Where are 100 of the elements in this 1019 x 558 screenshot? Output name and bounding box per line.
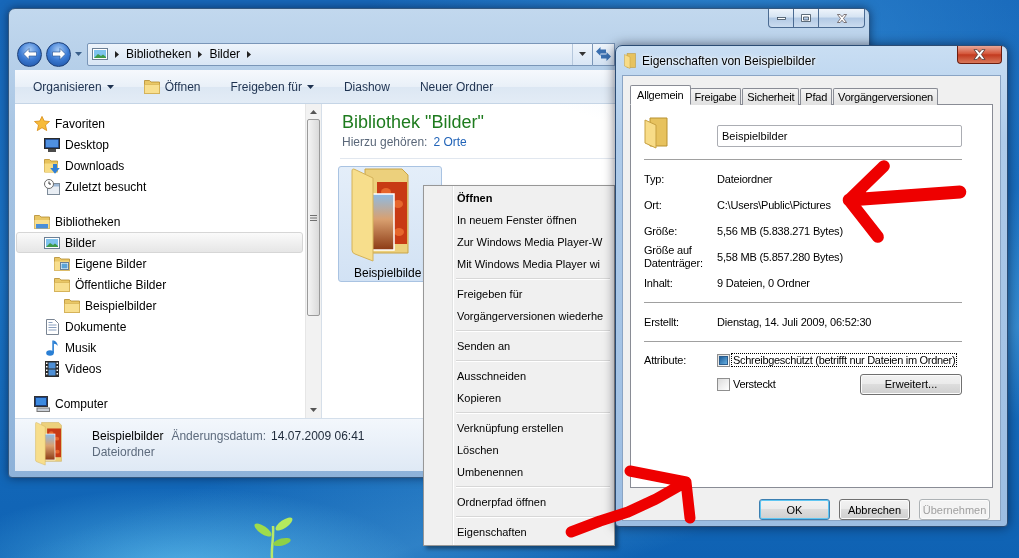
photo-folder-icon (35, 422, 62, 466)
star-icon (34, 116, 50, 131)
checkbox-label[interactable]: Schreibgeschützt (betrifft nur Dateien im Ordner) (732, 354, 957, 366)
close-button[interactable] (818, 9, 865, 28)
tree-item[interactable]: Desktop (16, 134, 303, 155)
toolbar-button[interactable]: Öffnen (134, 73, 210, 100)
toolbar-button[interactable]: Freigeben für (221, 73, 323, 100)
folder-icon (624, 52, 636, 69)
toolbar-button[interactable]: Organisieren (24, 73, 123, 100)
chevron-icon (247, 50, 252, 58)
caret-icon (306, 84, 314, 89)
tree-item[interactable]: Bibliotheken (16, 211, 303, 232)
property-label: Erstellt: (644, 315, 680, 329)
breadcrumb[interactable]: Bilder (206, 44, 244, 64)
caret-icon (74, 52, 82, 56)
music-note-icon (46, 339, 58, 356)
history-dropdown-button[interactable] (73, 49, 83, 59)
property-label: Größe auf Datenträger: (644, 244, 704, 270)
back-button[interactable] (17, 41, 42, 67)
date-label: Änderungsdatum: (171, 429, 267, 443)
tab[interactable]: Vorgängerversionen (833, 88, 938, 105)
menu-item[interactable]: Ausschneiden (426, 365, 612, 387)
menu-item[interactable]: Löschen (426, 439, 612, 461)
tree-item[interactable]: Eigene Bilder (16, 253, 303, 274)
document-icon (45, 318, 59, 335)
scroll-up-icon[interactable] (310, 110, 317, 114)
tree-item[interactable]: Öffentliche Bilder (16, 274, 303, 295)
tree-item[interactable]: Bilder (16, 232, 303, 253)
arrow-right-icon (51, 48, 66, 60)
chevron-icon (115, 50, 119, 58)
monitor-icon (44, 137, 60, 152)
menu-item[interactable]: Umbenennen (426, 461, 612, 483)
picture-icon (92, 48, 108, 60)
file-name: Beispielbilder (92, 429, 164, 443)
date-value: 14.07.2009 06:41 (271, 429, 365, 443)
folder-icon (64, 298, 80, 313)
address-bar[interactable]: Bibliotheken Bilder (87, 42, 593, 66)
tree-item[interactable]: Downloads (16, 155, 303, 176)
property-value: Dienstag, 14. Juli 2009, 06:52:30 (717, 316, 872, 328)
toolbar-button[interactable]: Neuer Ordner (410, 73, 503, 100)
property-label: Attribute: (644, 353, 688, 368)
dialog-title: Eigenschaften von Beispielbilder (642, 53, 816, 68)
includes-label: Hierzu gehören: (342, 134, 428, 149)
tab[interactable]: Sicherheit (742, 88, 800, 105)
toolbar-button[interactable]: Diashow (334, 73, 399, 100)
advanced-button[interactable]: Erweitert... (860, 373, 962, 395)
menu-item[interactable]: Freigeben für (426, 283, 612, 305)
property-value: 5,56 MB (5.838.271 Bytes) (717, 225, 843, 237)
property-value: 9 Dateien, 0 Ordner (717, 277, 810, 289)
arrow-left-icon (22, 48, 37, 60)
close-icon (836, 13, 847, 23)
close-button[interactable] (957, 46, 1002, 64)
property-value: C:\Users\Public\Pictures (717, 199, 831, 211)
download-folder-icon (44, 157, 60, 174)
menu-item[interactable]: Ordnerpfad öffnen (426, 491, 612, 513)
picture-folder-icon (54, 256, 70, 271)
tab[interactable]: Pfad (800, 88, 833, 105)
name-field[interactable]: Beispielbilder (717, 125, 962, 147)
folder-icon (143, 79, 160, 94)
close-icon (973, 49, 986, 60)
computer-icon (34, 395, 50, 412)
film-strip-icon (45, 360, 59, 377)
forward-button[interactable] (46, 41, 71, 67)
tab[interactable]: Freigabe (689, 88, 742, 105)
breadcrumb[interactable]: Bibliotheken (123, 44, 195, 64)
scrollbar[interactable] (305, 104, 321, 418)
dialog-button[interactable]: Abbrechen (839, 499, 910, 520)
tree-item[interactable]: Beispielbilder (16, 295, 303, 316)
maximize-button[interactable] (793, 9, 819, 28)
tree-item[interactable]: Videos (16, 358, 303, 379)
folder-icon (644, 117, 668, 149)
menu-item[interactable]: Eigenschaften (426, 521, 612, 543)
tree-item[interactable]: Favoriten (16, 113, 303, 134)
tree-item[interactable]: Zuletzt besucht (16, 176, 303, 197)
tree-item[interactable]: Computer (16, 393, 303, 414)
menu-item[interactable]: Senden an (426, 335, 612, 357)
property-label: Typ: (644, 172, 665, 186)
menu-item[interactable]: Vorgängerversionen wiederhe (426, 305, 612, 327)
minimize-button[interactable] (768, 9, 794, 28)
photo-folder-icon (351, 168, 409, 263)
menu-item[interactable]: Verknüpfung erstellen (426, 417, 612, 439)
dialog-button[interactable]: OK (759, 499, 830, 520)
property-label: Größe: (644, 224, 679, 238)
scroll-down-icon[interactable] (310, 408, 317, 412)
refresh-icon (596, 47, 611, 61)
minimize-icon (776, 16, 786, 20)
menu-item[interactable]: Kopieren (426, 387, 612, 409)
property-label: Ort: (644, 198, 663, 212)
checkbox[interactable] (717, 353, 730, 367)
tree-item[interactable]: Musik (16, 337, 303, 358)
chevron-icon (198, 50, 203, 58)
checkbox-label[interactable]: Versteckt (732, 378, 777, 390)
tree-item[interactable]: Dokumente (16, 316, 303, 337)
checkbox[interactable] (717, 377, 730, 391)
library-icon (34, 214, 50, 229)
locations-link[interactable]: 2 Orte (433, 134, 467, 149)
refresh-button[interactable] (593, 42, 615, 66)
recent-places-icon (44, 178, 60, 195)
scrollbar-thumb[interactable] (307, 119, 320, 316)
tab[interactable]: Allgemein (630, 85, 691, 105)
